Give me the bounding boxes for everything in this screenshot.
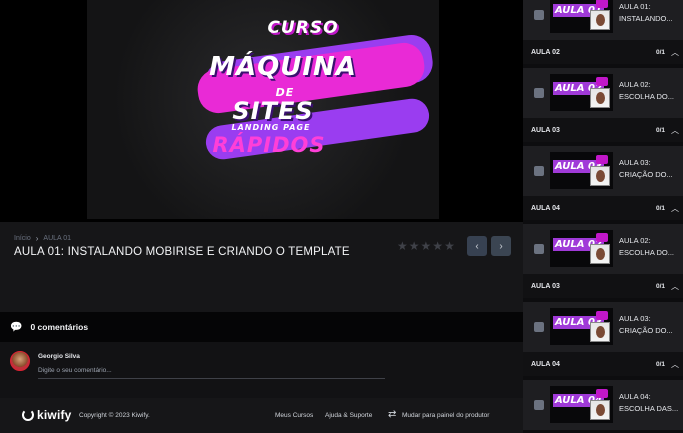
lesson-label[interactable]: AULA 02: ESCOLHA DO...: [619, 235, 679, 259]
footer-link-produtor[interactable]: Mudar para painel do produtor: [402, 412, 489, 419]
lesson-checkbox[interactable]: [534, 166, 544, 176]
sidebar-lesson-item[interactable]: AULA 02 AULA 02: ESCOLHA DO...: [523, 68, 683, 118]
thumbnail-badge: [596, 311, 608, 320]
thumbnail-badge: [596, 389, 608, 398]
chevron-up-icon[interactable]: ︿: [671, 47, 679, 58]
logo-text: kiwify: [37, 408, 72, 422]
breadcrumb: Início › AULA 01: [14, 234, 71, 243]
lesson-checkbox[interactable]: [534, 400, 544, 410]
star-icon[interactable]: ★: [397, 240, 408, 252]
chevron-up-icon[interactable]: ︿: [671, 203, 679, 214]
lesson-checkbox[interactable]: [534, 322, 544, 332]
lesson-label[interactable]: AULA 03: CRIAÇÃO DO...: [619, 157, 679, 181]
copyright-text: Copyright © 2023 Kiwify.: [79, 412, 150, 419]
star-icon[interactable]: ★: [432, 240, 443, 252]
lesson-sidebar: AULA 01 AULA 01: INSTALANDO... AULA 02 0/1 ︿…: [523, 0, 683, 433]
thumbnail-badge: [596, 77, 608, 86]
lesson-label[interactable]: AULA 02: ESCOLHA DO...: [619, 79, 679, 103]
star-icon[interactable]: ★: [421, 240, 432, 252]
sidebar-lesson-item[interactable]: AULA 03 AULA 03: CRIAÇÃO DO...: [523, 302, 683, 352]
lesson-thumbnail[interactable]: AULA 03: [550, 152, 613, 189]
chevron-right-icon: ›: [499, 240, 503, 252]
sidebar-lesson-item[interactable]: AULA 03 AULA 03: CRIAÇÃO DO...: [523, 146, 683, 196]
module-progress: 0/1: [655, 360, 665, 368]
instructor-photo: [590, 400, 610, 420]
page-title: AULA 01: INSTALANDO MOBIRISE E CRIANDO O…: [14, 246, 350, 258]
lesson-thumbnail[interactable]: AULA 03: [550, 308, 613, 345]
art-text: MÁQUINA: [209, 52, 357, 82]
module-title: AULA 04: [531, 204, 560, 212]
lesson-checkbox[interactable]: [534, 88, 544, 98]
art-text: LANDING PAGE: [231, 123, 311, 132]
video-thumbnail[interactable]: CURSO MÁQUINA DE SITES LANDING PAGE RÁPI…: [87, 0, 439, 219]
video-player[interactable]: CURSO MÁQUINA DE SITES LANDING PAGE RÁPI…: [0, 0, 523, 222]
star-rating[interactable]: ★ ★ ★ ★ ★: [397, 240, 455, 252]
instructor-photo: [590, 166, 610, 186]
main-content: CURSO MÁQUINA DE SITES LANDING PAGE RÁPI…: [0, 0, 523, 433]
footer-link-meus-cursos[interactable]: Meus Cursos: [275, 412, 313, 419]
chevron-up-icon[interactable]: ︿: [671, 359, 679, 370]
lesson-label[interactable]: AULA 01: INSTALANDO...: [619, 1, 679, 25]
lesson-thumbnail[interactable]: AULA 04: [550, 386, 613, 423]
kiwify-logo-icon: [22, 409, 34, 421]
star-icon[interactable]: ★: [444, 240, 455, 252]
sidebar-module-header[interactable]: AULA 04 0/1 ︿: [523, 352, 683, 376]
lesson-checkbox[interactable]: [534, 244, 544, 254]
module-title: AULA 03: [531, 126, 560, 134]
chevron-up-icon[interactable]: ︿: [671, 281, 679, 292]
kiwify-logo[interactable]: kiwify: [22, 408, 72, 422]
lesson-label[interactable]: AULA 03: CRIAÇÃO DO...: [619, 313, 679, 337]
art-text: CURSO: [267, 18, 339, 38]
lesson-checkbox[interactable]: [534, 10, 544, 20]
instructor-photo: [590, 244, 610, 264]
next-lesson-button[interactable]: ›: [491, 236, 511, 256]
star-icon[interactable]: ★: [409, 240, 420, 252]
comments-header: 💬 0 comentários: [0, 312, 523, 342]
switch-icon: ⇄: [388, 409, 397, 420]
instructor-photo: [590, 322, 610, 342]
chevron-up-icon[interactable]: ︿: [671, 125, 679, 136]
module-progress: 0/1: [655, 48, 665, 56]
instructor-photo: [590, 88, 610, 108]
breadcrumb-current: AULA 01: [43, 235, 72, 242]
module-title: AULA 03: [531, 282, 560, 290]
module-title: AULA 04: [531, 360, 560, 368]
avatar: [10, 351, 30, 371]
chevron-right-icon: ›: [35, 234, 39, 243]
sidebar-module-header[interactable]: AULA 02 0/1 ︿: [523, 40, 683, 64]
comment-input[interactable]: Digite o seu comentário...: [38, 365, 385, 379]
previous-lesson-button[interactable]: ‹: [467, 236, 487, 256]
breadcrumb-home-link[interactable]: Início: [14, 235, 31, 242]
module-title: AULA 02: [531, 48, 560, 56]
sidebar-module-header[interactable]: AULA 03 0/1 ︿: [523, 118, 683, 142]
lesson-thumbnail[interactable]: AULA 02: [550, 230, 613, 267]
chevron-left-icon: ‹: [475, 240, 479, 252]
art-text: SITES: [232, 97, 314, 125]
thumbnail-badge: [596, 0, 608, 8]
comments-count: 0 comentários: [30, 322, 89, 332]
thumbnail-badge: [596, 233, 608, 242]
sidebar-module-header[interactable]: AULA 03 0/1 ︿: [523, 274, 683, 298]
sidebar-module-header[interactable]: AULA 04 0/1 ︿: [523, 196, 683, 220]
thumbnail-badge: [596, 155, 608, 164]
module-progress: 0/1: [655, 204, 665, 212]
lesson-label[interactable]: AULA 04: ESCOLHA DAS...: [619, 391, 679, 415]
course-player-page: CURSO MÁQUINA DE SITES LANDING PAGE RÁPI…: [0, 0, 683, 433]
module-progress: 0/1: [655, 282, 665, 290]
comment-user-name: Georgio Silva: [38, 353, 80, 360]
sidebar-lesson-item[interactable]: AULA 01 AULA 01: INSTALANDO...: [523, 0, 683, 40]
instructor-photo: [590, 10, 610, 30]
lesson-thumbnail[interactable]: AULA 02: [550, 74, 613, 111]
comments-icon: 💬: [10, 321, 23, 333]
module-progress: 0/1: [655, 126, 665, 134]
lesson-thumbnail[interactable]: AULA 01: [550, 0, 613, 33]
footer-link-ajuda[interactable]: Ajuda & Suporte: [325, 412, 372, 419]
sidebar-lesson-item[interactable]: AULA 04 AULA 04: ESCOLHA DAS...: [523, 380, 683, 430]
art-text: RÁPIDOS: [212, 133, 326, 157]
sidebar-lesson-item[interactable]: AULA 02 AULA 02: ESCOLHA DO...: [523, 224, 683, 274]
